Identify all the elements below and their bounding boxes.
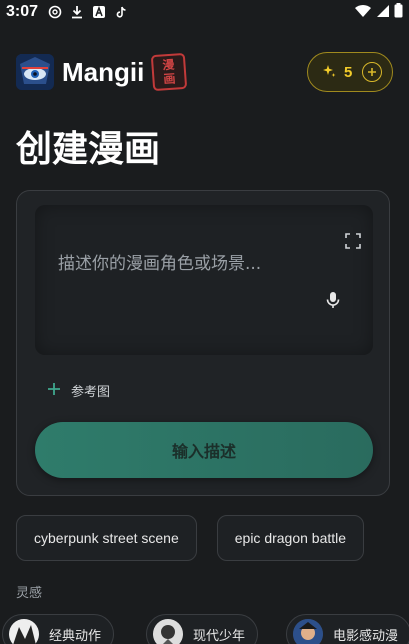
prompt-placeholder: 描述你的漫画角色或场景... xyxy=(58,254,262,274)
app-logo xyxy=(16,54,54,90)
app-a-icon xyxy=(92,5,106,19)
style-item[interactable]: 电影感动漫 xyxy=(286,614,409,644)
sparkle-icon xyxy=(322,63,336,82)
credits-badge[interactable]: 5 xyxy=(307,52,393,92)
battery-icon xyxy=(394,2,403,22)
signal-icon xyxy=(376,3,390,22)
style-thumbnail xyxy=(153,619,183,644)
add-reference-image-button[interactable]: 参考图 xyxy=(47,381,110,400)
style-thumbnail xyxy=(293,619,323,644)
inspiration-label: 灵感 xyxy=(16,586,43,601)
system-icons xyxy=(354,2,403,22)
add-credits-icon[interactable] xyxy=(362,62,382,82)
prompt-input[interactable]: 描述你的漫画角色或场景... xyxy=(35,205,373,355)
generate-button[interactable]: 输入描述 xyxy=(35,422,373,478)
wifi-icon xyxy=(354,3,372,22)
download-icon xyxy=(70,5,84,19)
style-label: 电影感动漫 xyxy=(333,628,399,644)
app-header: Mangii 漫 画 5 xyxy=(16,52,393,92)
page-title: 创建漫画 xyxy=(16,129,161,170)
status-bar: 3:07 xyxy=(0,0,409,24)
plus-icon xyxy=(47,382,61,400)
suggestion-chip[interactable]: cyberpunk street scene xyxy=(16,515,197,561)
tiktok-icon xyxy=(114,5,128,19)
create-card: 描述你的漫画角色或场景... 参考图 输入描述 xyxy=(16,190,390,496)
at-sign-icon xyxy=(48,5,62,19)
microphone-icon[interactable] xyxy=(325,291,341,309)
status-time: 3:07 xyxy=(6,3,39,20)
style-thumbnail xyxy=(9,619,39,644)
credits-count: 5 xyxy=(344,63,353,81)
manga-stamp-logo: 漫 画 xyxy=(151,52,188,92)
expand-icon[interactable] xyxy=(345,233,361,249)
app-name: Mangii xyxy=(62,56,145,87)
suggestion-chip[interactable]: epic dragon battle xyxy=(216,515,365,561)
style-label: 现代少年 xyxy=(193,628,246,644)
style-label: 经典动作 xyxy=(49,628,102,644)
suggestion-chips: cyberpunk street scene epic dragon battl… xyxy=(16,515,409,563)
stamp-char-2: 画 xyxy=(163,71,177,87)
stamp-char-1: 漫 xyxy=(162,57,176,73)
style-list: 经典动作 现代少年 电影感动漫 xyxy=(0,612,409,644)
style-item[interactable]: 经典动作 xyxy=(2,614,115,644)
reference-image-label: 参考图 xyxy=(71,385,111,400)
style-item[interactable]: 现代少年 xyxy=(146,614,259,644)
notification-icons xyxy=(48,5,128,19)
